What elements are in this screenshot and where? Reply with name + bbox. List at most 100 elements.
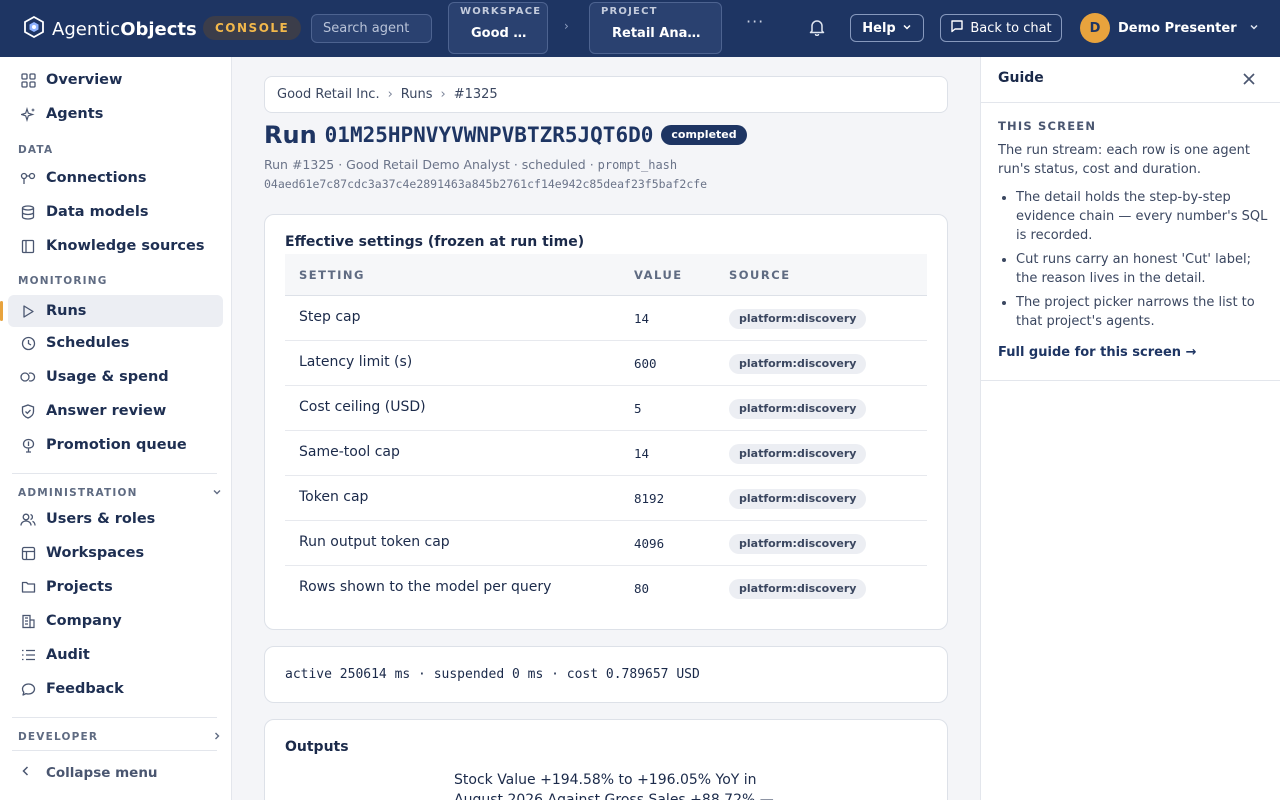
brand-logo[interactable]: Agentic Objects [24,15,197,43]
breadcrumb-company[interactable]: Good Retail Inc. [277,87,380,102]
sidebar-item-label: Answer review [46,403,167,419]
sidebar-item-company[interactable]: Company [8,605,223,637]
guide-header: Guide [981,57,1280,103]
shield-check-icon [20,403,36,419]
usage-card: active 250614 ms · suspended 0 ms · cost… [264,646,948,703]
prompt-hash-value: 04aed61e7c87cdc3a37c4e2891463a845b2761cf… [264,177,708,191]
section-developer-header[interactable]: DEVELOPER [18,731,220,743]
setting-value: 14 [634,311,650,326]
sidebar-item-audit[interactable]: Audit [8,639,223,671]
picker-chevron-icon: › [564,19,569,33]
sidebar: Overview Agents DATA Connections Data mo… [0,57,232,800]
table-row: Step cap 14 platform:discovery [285,296,927,341]
sidebar-item-connections[interactable]: Connections [8,162,223,194]
sidebar-item-label: Overview [46,72,123,88]
sidebar-item-data-models[interactable]: Data models [8,196,223,228]
sidebar-item-workspaces[interactable]: Workspaces [8,537,223,569]
chat-icon [20,681,36,697]
setting-name: Same-tool cap [299,444,400,460]
workspace-icon [20,545,36,561]
table-row: Rows shown to the model per query 80 pla… [285,566,927,611]
full-guide-link[interactable]: Full guide for this screen → [998,345,1196,360]
sidebar-item-label: Usage & spend [46,369,169,385]
project-picker[interactable]: PROJECT Retail Ana… [589,2,722,54]
database-icon [20,204,36,220]
sidebar-item-runs[interactable]: Runs [0,295,223,327]
chevron-down-icon [1249,21,1259,36]
sidebar-item-promotion-queue[interactable]: Promotion queue [8,429,223,461]
chat-bubble-icon [950,19,964,37]
page-title: Run 01M25HPNVYVWNPVBTZR5JQT6D0 completed [264,121,747,149]
console-badge: CONSOLE [203,16,302,40]
brand-name-light: Agentic [52,19,121,40]
sidebar-item-agents[interactable]: Agents [8,98,223,130]
sidebar-item-users-roles[interactable]: Users & roles [8,503,223,535]
sidebar-item-knowledge-sources[interactable]: Knowledge sources [8,230,223,262]
table-row: Latency limit (s) 600 platform:discovery [285,341,927,386]
section-administration-label: ADMINISTRATION [18,487,138,499]
sidebar-item-schedules[interactable]: Schedules [8,327,223,359]
sidebar-item-label: Users & roles [46,511,156,527]
promote-icon [20,437,36,453]
help-button[interactable]: Help [850,14,924,42]
breadcrumb-separator: › [440,87,446,102]
back-to-chat-label: Back to chat [970,20,1052,36]
outputs-card: Outputs Stock Value +194.58% to +196.05%… [264,719,948,800]
user-menu[interactable]: D Demo Presenter [1080,13,1259,43]
sidebar-item-label: Audit [46,647,90,663]
source-badge: platform:discovery [729,489,867,509]
main-content: Good Retail Inc. › Runs › #1325 Run 01M2… [232,57,980,800]
setting-name: Cost ceiling (USD) [299,399,426,415]
breadcrumb-separator: › [387,87,393,102]
chevron-down-icon [212,487,222,500]
back-to-chat-button[interactable]: Back to chat [940,14,1062,42]
project-caption: PROJECT [601,6,658,17]
sidebar-item-usage-spend[interactable]: Usage & spend [8,361,223,393]
sidebar-item-answer-review[interactable]: Answer review [8,395,223,427]
setting-value: 5 [634,401,642,416]
workspace-picker[interactable]: WORKSPACE Good … [448,2,548,54]
sidebar-item-label: Company [46,613,122,629]
guide-body: THIS SCREEN The run stream: each row is … [981,103,1280,381]
sidebar-divider [12,717,217,718]
search-agent-input[interactable] [311,14,432,43]
guide-title: Guide [998,70,1044,86]
table-header: SETTING VALUE SOURCE [285,254,927,296]
setting-name: Run output token cap [299,534,450,550]
chevron-right-icon [212,731,222,744]
guide-panel: Guide THIS SCREEN The run stream: each r… [980,57,1280,800]
breadcrumb-runs[interactable]: Runs [401,87,433,102]
chevron-left-icon [20,765,32,781]
effective-settings-card: Effective settings (frozen at run time) … [264,214,948,630]
help-label: Help [862,20,896,36]
setting-value: 80 [634,581,650,596]
section-administration-header[interactable]: ADMINISTRATION [18,487,221,499]
run-id: 01M25HPNVYVWNPVBTZR5JQT6D0 [324,123,654,147]
setting-name: Step cap [299,309,361,325]
clock-icon [20,335,36,351]
bell-icon[interactable] [808,18,826,40]
sidebar-item-projects[interactable]: Projects [8,571,223,603]
setting-value: 14 [634,446,650,461]
table-row: Token cap 8192 platform:discovery [285,476,927,521]
grid-icon [20,72,36,88]
sidebar-item-overview[interactable]: Overview [8,64,223,96]
sidebar-item-label: Schedules [46,335,130,351]
breadcrumb: Good Retail Inc. › Runs › #1325 [264,76,948,113]
run-meta-line: Run #1325 · Good Retail Demo Analyst · s… [264,157,677,172]
chevron-down-icon [902,21,912,36]
sidebar-item-label: Feedback [46,681,124,697]
source-badge: platform:discovery [729,354,867,374]
more-menu-icon[interactable]: ··· [746,12,764,31]
guide-section-label: THIS SCREEN [998,119,1097,133]
setting-name: Rows shown to the model per query [299,579,552,595]
sidebar-item-feedback[interactable]: Feedback [8,673,223,705]
table-row: Run output token cap 4096 platform:disco… [285,521,927,566]
collapse-menu-button[interactable]: Collapse menu [8,757,158,789]
close-icon[interactable] [1241,71,1257,91]
section-data-label: DATA [18,144,54,156]
list-item: Cut runs carry an honest 'Cut' label; th… [1016,250,1268,288]
collapse-menu-label: Collapse menu [46,765,158,781]
sidebar-divider [12,750,217,751]
section-developer-label: DEVELOPER [18,731,99,743]
